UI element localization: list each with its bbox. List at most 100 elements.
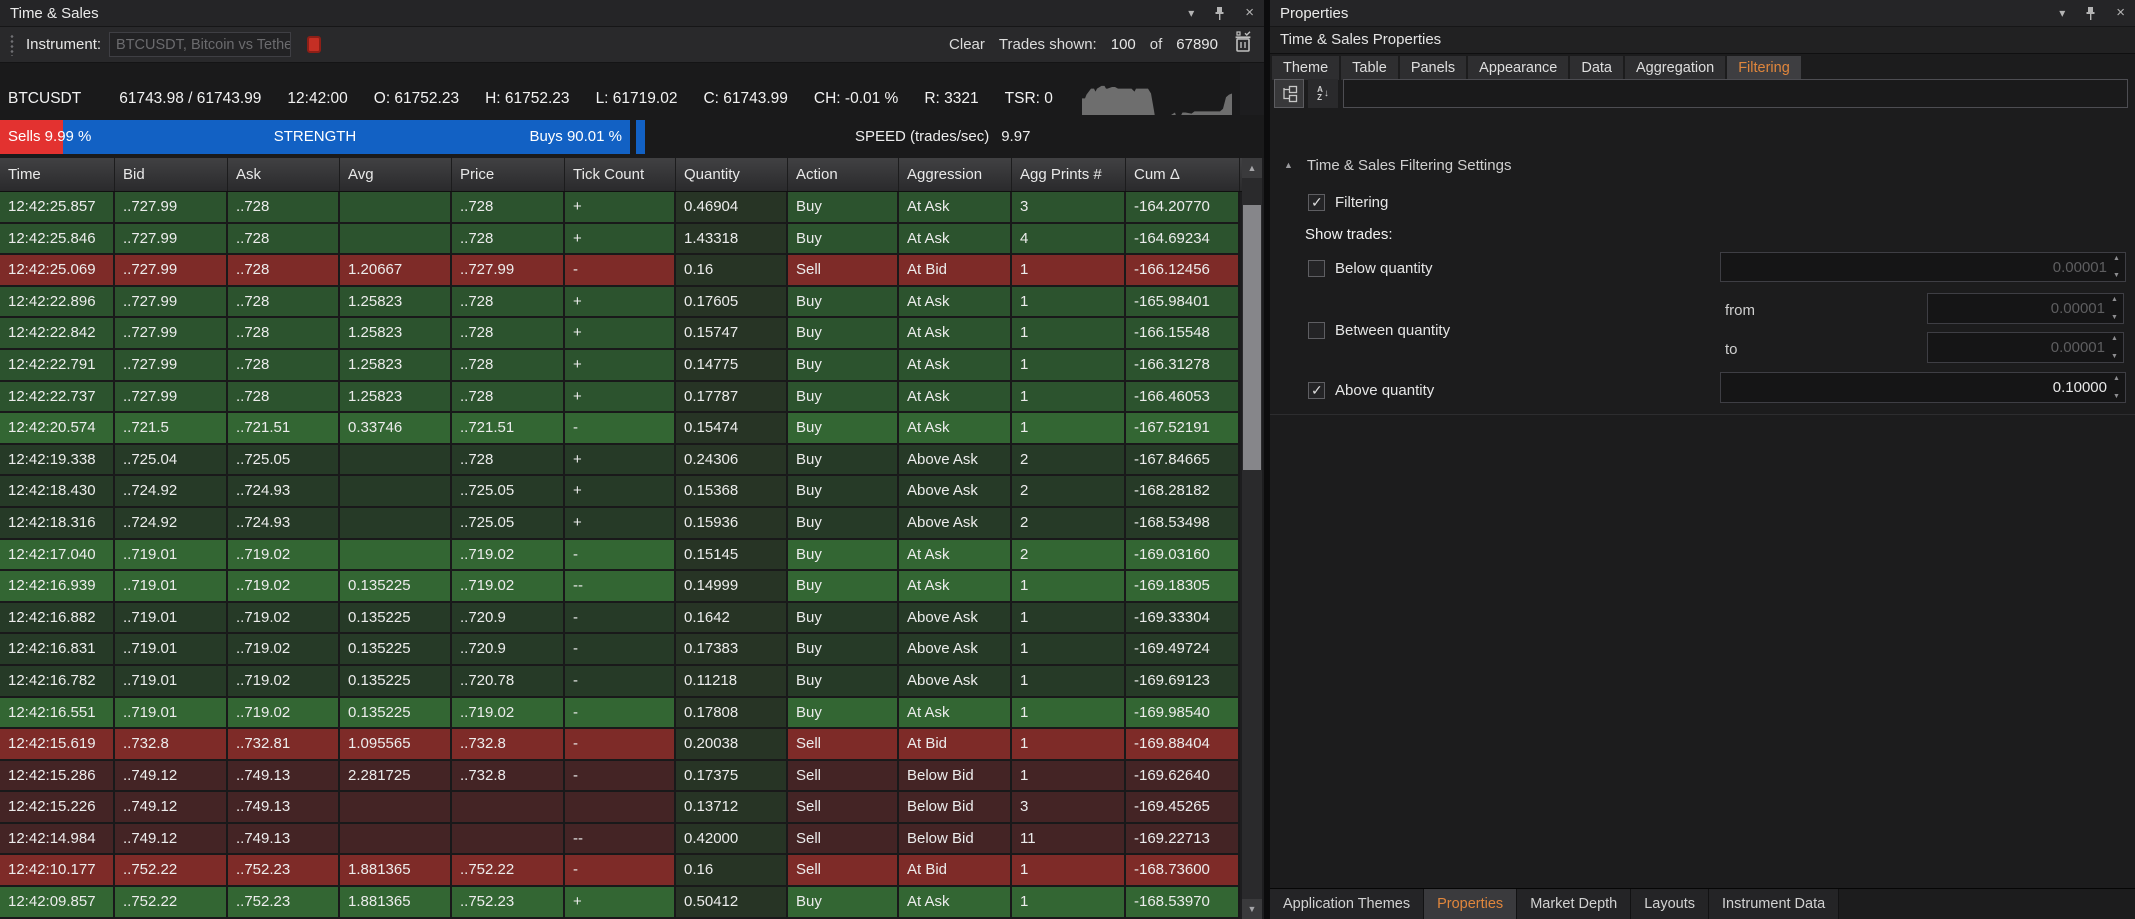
cell-tick: -	[565, 698, 676, 730]
spinner-down-icon[interactable]: ▼	[2110, 392, 2123, 401]
cell-action: Sell	[788, 255, 899, 287]
table-row[interactable]: 12:42:17.040..719.01..719.02..719.02-0.1…	[0, 540, 1242, 572]
table-row[interactable]: 12:42:15.226..749.12..749.130.13712SellB…	[0, 792, 1242, 824]
chevron-down-icon[interactable]: ▾	[1188, 7, 1194, 19]
column-header[interactable]: Cum Δ	[1126, 158, 1240, 191]
cell-bid: ..749.12	[115, 761, 228, 793]
cell-action: Sell	[788, 729, 899, 761]
categorized-view-button[interactable]	[1274, 79, 1304, 108]
bottom-tab-layouts[interactable]: Layouts	[1631, 889, 1709, 919]
bottom-tab-instrument-data[interactable]: Instrument Data	[1709, 889, 1839, 919]
above-quantity-checkbox[interactable]	[1308, 382, 1325, 399]
table-row[interactable]: 12:42:09.857..752.22..752.231.881365..75…	[0, 887, 1242, 919]
tab-theme[interactable]: Theme	[1272, 56, 1339, 80]
close-icon[interactable]: ×	[2116, 7, 2125, 19]
bottom-tab-application-themes[interactable]: Application Themes	[1270, 889, 1424, 919]
column-header[interactable]: Time	[0, 158, 115, 191]
table-row[interactable]: 12:42:16.882..719.01..719.020.135225..72…	[0, 603, 1242, 635]
column-header[interactable]: Agg Prints #	[1012, 158, 1126, 191]
table-row[interactable]: 12:42:22.842..727.99..7281.25823..728+0.…	[0, 318, 1242, 350]
column-header[interactable]: Avg	[340, 158, 452, 191]
spinner-down-icon[interactable]: ▼	[2108, 313, 2121, 322]
to-quantity-input[interactable]	[1928, 333, 2105, 362]
properties-search-input[interactable]	[1343, 79, 2128, 108]
clear-trades-icon[interactable]	[1232, 31, 1254, 58]
cell-avg	[340, 540, 452, 572]
column-header[interactable]: Action	[788, 158, 899, 191]
table-row[interactable]: 12:42:25.846..727.99..728..728+1.43318Bu…	[0, 224, 1242, 256]
table-row[interactable]: 12:42:16.831..719.01..719.020.135225..72…	[0, 634, 1242, 666]
table-row[interactable]: 12:42:10.177..752.22..752.231.881365..75…	[0, 855, 1242, 887]
bottom-tab-market-depth[interactable]: Market Depth	[1517, 889, 1631, 919]
table-row[interactable]: 12:42:22.737..727.99..7281.25823..728+0.…	[0, 382, 1242, 414]
column-header[interactable]: Price	[452, 158, 565, 191]
column-header[interactable]: Bid	[115, 158, 228, 191]
sort-az-button[interactable]: AZ ↓	[1308, 79, 1338, 108]
spinner-up-icon[interactable]: ▲	[2110, 254, 2123, 263]
cell-prints: 1	[1012, 634, 1126, 666]
table-row[interactable]: 12:42:18.316..724.92..724.93..725.05+0.1…	[0, 508, 1242, 540]
table-row[interactable]: 12:42:22.896..727.99..7281.25823..728+0.…	[0, 287, 1242, 319]
pin-icon[interactable]	[1214, 6, 1225, 21]
spinner-up-icon[interactable]: ▲	[2110, 374, 2123, 383]
drag-handle-icon[interactable]	[10, 34, 14, 56]
column-header[interactable]: Quantity	[676, 158, 788, 191]
cell-price: ..728	[452, 287, 565, 319]
column-header[interactable]: Aggression	[899, 158, 1012, 191]
tab-filtering[interactable]: Filtering	[1727, 56, 1801, 80]
table-row[interactable]: 12:42:15.286..749.12..749.132.281725..73…	[0, 761, 1242, 793]
above-quantity-row: Above quantity	[1308, 380, 1434, 400]
table-row[interactable]: 12:42:15.619..732.8..732.811.095565..732…	[0, 729, 1242, 761]
of-label: of	[1150, 36, 1163, 53]
table-row[interactable]: 12:42:25.069..727.99..7281.20667..727.99…	[0, 255, 1242, 287]
between-quantity-checkbox[interactable]	[1308, 322, 1325, 339]
from-quantity-input[interactable]	[1928, 294, 2105, 323]
scrollbar-thumb[interactable]	[1243, 205, 1261, 470]
cell-qty: 0.14775	[676, 350, 788, 382]
speed-value: 9.97	[1001, 120, 1030, 154]
cell-aggr: At Ask	[899, 887, 1012, 919]
cell-ask: ..719.02	[228, 603, 340, 635]
table-row[interactable]: 12:42:16.551..719.01..719.020.135225..71…	[0, 698, 1242, 730]
tab-aggregation[interactable]: Aggregation	[1625, 56, 1725, 80]
cell-prints: 2	[1012, 540, 1126, 572]
tab-appearance[interactable]: Appearance	[1468, 56, 1568, 80]
from-label-row: from	[1725, 300, 1755, 320]
spinner-down-icon[interactable]: ▼	[2110, 271, 2123, 280]
table-row[interactable]: 12:42:14.984..749.12..749.13--0.42000Sel…	[0, 824, 1242, 856]
below-quantity-checkbox[interactable]	[1308, 260, 1325, 277]
table-row[interactable]: 12:42:16.782..719.01..719.020.135225..72…	[0, 666, 1242, 698]
tab-table[interactable]: Table	[1341, 56, 1398, 80]
table-row[interactable]: 12:42:25.857..727.99..728..728+0.46904Bu…	[0, 192, 1242, 224]
filtering-checkbox[interactable]	[1308, 194, 1325, 211]
table-row[interactable]: 12:42:20.574..721.5..721.510.33746..721.…	[0, 413, 1242, 445]
below-quantity-input[interactable]	[1721, 253, 2107, 281]
below-quantity-label: Below quantity	[1335, 260, 1433, 277]
filtering-label: Filtering	[1335, 194, 1388, 211]
settings-group-header[interactable]: ▲ Time & Sales Filtering Settings	[1284, 152, 1511, 178]
instrument-select[interactable]: BTCUSDT, Bitcoin vs Tether ▾	[109, 32, 291, 57]
close-icon[interactable]: ×	[1245, 7, 1254, 19]
above-quantity-input[interactable]	[1721, 373, 2107, 402]
tab-panels[interactable]: Panels	[1400, 56, 1466, 80]
column-header[interactable]: Tick Count	[565, 158, 676, 191]
spinner-down-icon[interactable]: ▼	[2108, 352, 2121, 361]
info-high: H: 61752.23	[485, 90, 569, 108]
table-row[interactable]: 12:42:16.939..719.01..719.020.135225..71…	[0, 571, 1242, 603]
spinner-up-icon[interactable]: ▲	[2108, 334, 2121, 343]
spinner-up-icon[interactable]: ▲	[2108, 295, 2121, 304]
chevron-down-icon[interactable]: ▾	[2059, 7, 2065, 19]
tab-data[interactable]: Data	[1570, 56, 1623, 80]
vertical-scrollbar[interactable]: ▲ ▼	[1242, 158, 1262, 919]
bottom-tab-properties[interactable]: Properties	[1424, 889, 1517, 919]
scroll-down-icon[interactable]: ▼	[1242, 899, 1262, 919]
column-header[interactable]: Ask	[228, 158, 340, 191]
pin-icon[interactable]	[2085, 6, 2096, 21]
table-row[interactable]: 12:42:19.338..725.04..725.05..728+0.2430…	[0, 445, 1242, 477]
table-row[interactable]: 12:42:18.430..724.92..724.93..725.05+0.1…	[0, 476, 1242, 508]
scroll-up-icon[interactable]: ▲	[1242, 158, 1262, 178]
clear-button[interactable]: Clear	[949, 36, 985, 53]
collapse-triangle-icon[interactable]: ▲	[1284, 160, 1293, 170]
table-row[interactable]: 12:42:22.791..727.99..7281.25823..728+0.…	[0, 350, 1242, 382]
cell-bid: ..727.99	[115, 192, 228, 224]
